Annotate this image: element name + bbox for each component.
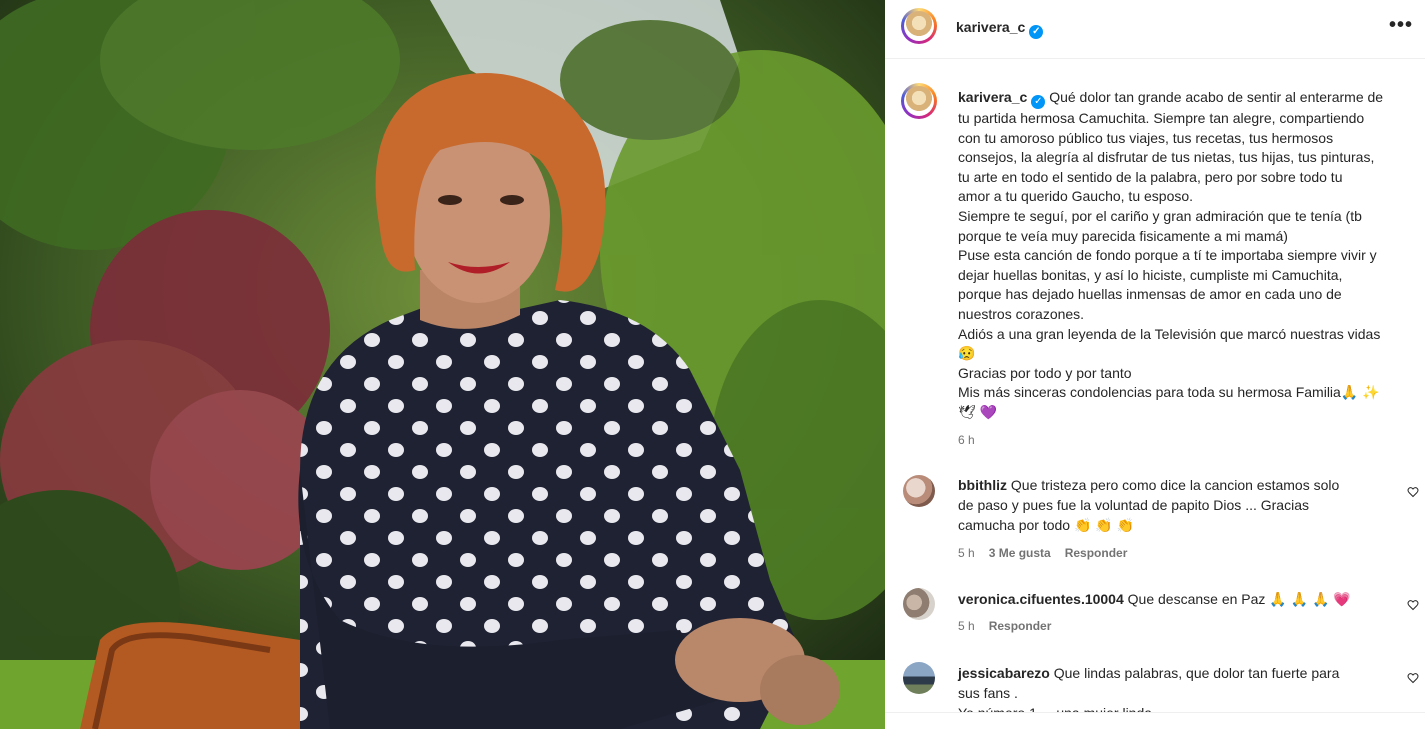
post-sidebar: karivera_c ✓ ••• karivera_c ✓ Qué dolor ta… (885, 0, 1425, 730)
caption-line: Qué dolor tan grande acabo de sentir al … (1049, 89, 1384, 105)
caption-line: con tu amoroso público tus viajes, tus r… (958, 129, 1334, 146)
caption-line: 🕊 💜 (958, 403, 998, 420)
action-bar (885, 712, 1425, 730)
verified-badge-icon: ✓ (1029, 25, 1044, 39)
author-username[interactable]: karivera_c ✓ (956, 19, 1044, 39)
heart-icon[interactable] (1407, 672, 1419, 684)
caption-line: tu arte en todo el sentido de la palabra… (958, 168, 1343, 185)
comment-2-text: veronica.cifuentes.10004 Que descanse en… (958, 591, 1351, 607)
heart-icon[interactable] (1407, 486, 1419, 498)
caption-line: nuestros corazones. (958, 305, 1085, 322)
post-header: karivera_c ✓ ••• (885, 0, 1425, 59)
comment-username[interactable]: jessicabarezo (958, 665, 1050, 681)
caption-author-avatar[interactable] (901, 83, 937, 119)
post-photo[interactable] (0, 0, 885, 729)
caption-line: Gracias por todo y por tanto (958, 364, 1132, 381)
post-caption: karivera_c ✓ Qué dolor tan grande acabo d… (958, 88, 1420, 423)
caption-line: dejar huellas bonitas, y así lo hiciste,… (958, 266, 1343, 283)
caption-line: consejos, la alegría al disfrutar de tus… (958, 149, 1375, 166)
commenter-avatar[interactable] (903, 588, 935, 620)
caption-line: porque te veía muy parecida fisicamente … (958, 227, 1288, 244)
verified-badge-icon: ✓ (1031, 95, 1046, 109)
caption-username[interactable]: karivera_c (958, 89, 1027, 105)
caption-line: Puse esta canción de fondo porque a tí t… (958, 247, 1377, 264)
comment-1-meta: 5 h 3 Me gusta Responder (958, 546, 1127, 560)
caption-line: Mis más sinceras condolencias para toda … (958, 384, 1380, 401)
reply-button[interactable]: Responder (1065, 546, 1128, 560)
comment-username[interactable]: veronica.cifuentes.10004 (958, 591, 1124, 607)
comments-scroll-area[interactable]: karivera_c ✓ Qué dolor tan grande acabo d… (885, 59, 1425, 712)
more-options-icon[interactable]: ••• (1389, 14, 1413, 37)
comment-3-text: jessicabarezo Que lindas palabras, que d… (958, 665, 1340, 712)
author-avatar[interactable] (901, 8, 937, 44)
comment-timestamp[interactable]: 5 h (958, 619, 975, 633)
caption-line: porque has dejado huellas inmensas de am… (958, 286, 1342, 303)
caption-line: Siempre te seguí, por el cariño y gran a… (958, 207, 1362, 224)
reply-button[interactable]: Responder (989, 619, 1052, 633)
comment-1-text: bbithliz Que tristeza pero como dice la … (958, 477, 1340, 533)
comment-username[interactable]: bbithliz (958, 477, 1007, 493)
caption-line: tu partida hermosa Camuchita. Siempre ta… (958, 110, 1365, 126)
caption-timestamp[interactable]: 6 h (958, 433, 975, 447)
comment-timestamp[interactable]: 5 h (958, 546, 975, 560)
commenter-avatar[interactable] (903, 662, 935, 694)
comment-likes[interactable]: 3 Me gusta (989, 546, 1051, 560)
commenter-avatar[interactable] (903, 475, 935, 507)
heart-icon[interactable] (1407, 599, 1419, 611)
post-image (0, 0, 885, 729)
caption-line: amor a tu querido Gaucho, tu esposo. (958, 188, 1194, 205)
caption-line: 😥 (958, 345, 976, 362)
caption-line: Adiós a una gran leyenda de la Televisió… (958, 325, 1381, 342)
comment-2-meta: 5 h Responder (958, 619, 1051, 633)
